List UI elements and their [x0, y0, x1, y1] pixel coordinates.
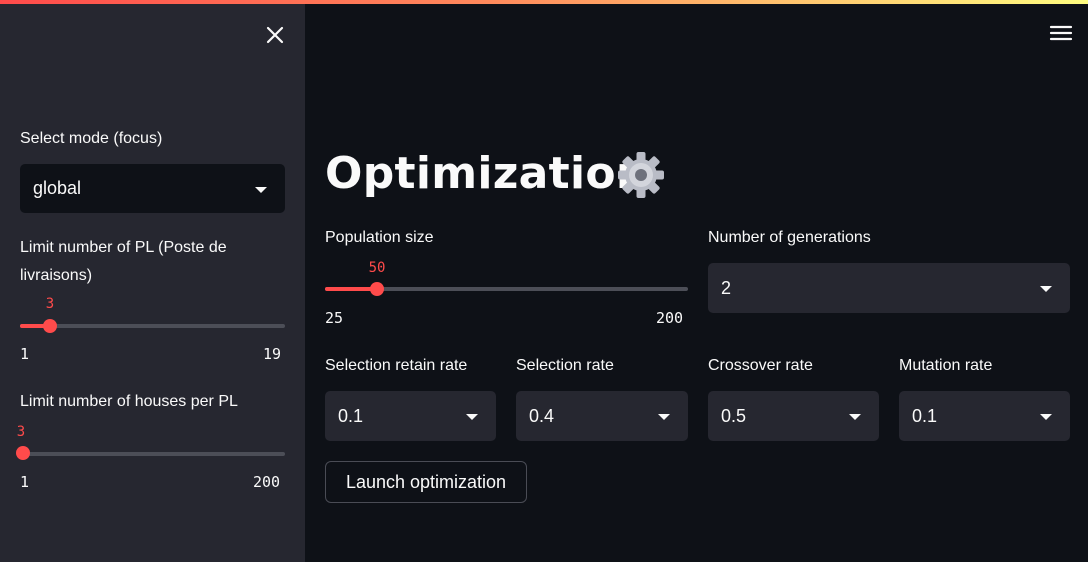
chevron-down-icon	[658, 414, 670, 420]
mode-select-value: global	[33, 178, 82, 198]
launch-optimization-button[interactable]: Launch optimization	[325, 461, 527, 503]
chevron-down-icon	[849, 414, 861, 420]
main-menu-button[interactable]	[1048, 20, 1074, 46]
close-sidebar-button[interactable]	[262, 22, 288, 48]
houses-limit-slider-track[interactable]	[20, 452, 285, 456]
pl-limit-label-cont: livraisons)	[20, 267, 93, 284]
retain-rate-value: 0.1	[338, 406, 364, 426]
pl-limit-slider-thumb[interactable]	[43, 319, 57, 333]
retain-rate-label: Selection retain rate	[325, 357, 468, 374]
houses-limit-value: 3	[16, 424, 26, 440]
population-max: 200	[656, 309, 684, 327]
population-min: 25	[325, 309, 344, 327]
retain-rate-select[interactable]: 0.1	[325, 391, 496, 441]
crossover-rate-label: Crossover rate	[708, 357, 813, 374]
pl-limit-value: 3	[45, 296, 55, 312]
selection-rate-select[interactable]: 0.4	[516, 391, 688, 441]
population-label: Population size	[325, 229, 434, 246]
pl-limit-slider-track[interactable]	[20, 324, 285, 328]
chevron-down-icon	[1040, 286, 1052, 292]
population-slider-thumb[interactable]	[370, 282, 384, 296]
selection-rate-label: Selection rate	[516, 357, 614, 374]
pl-limit-min: 1	[20, 345, 30, 363]
mode-select[interactable]: global	[20, 164, 285, 213]
page-title: Optimization	[325, 148, 648, 199]
selection-rate-value: 0.4	[529, 406, 555, 426]
crossover-rate-select[interactable]: 0.5	[708, 391, 879, 441]
generations-select-value: 2	[721, 278, 732, 298]
houses-limit-max: 200	[253, 473, 281, 491]
generations-select[interactable]: 2	[708, 263, 1070, 313]
chevron-down-icon	[466, 414, 478, 420]
mode-label: Select mode (focus)	[20, 130, 163, 147]
mutation-rate-label: Mutation rate	[899, 357, 993, 374]
chevron-down-icon	[255, 186, 267, 193]
pl-limit-label: Limit number of PL (Poste de	[20, 239, 227, 256]
houses-limit-slider-thumb[interactable]	[16, 446, 30, 460]
close-icon	[266, 26, 284, 44]
mutation-rate-select[interactable]: 0.1	[899, 391, 1070, 441]
houses-limit-min: 1	[20, 473, 30, 491]
pl-limit-max: 19	[263, 345, 282, 363]
mutation-rate-value: 0.1	[912, 406, 938, 426]
houses-limit-label: Limit number of houses per PL	[20, 393, 238, 410]
hamburger-menu-icon	[1049, 25, 1073, 41]
crossover-rate-value: 0.5	[721, 406, 747, 426]
generations-label: Number of generations	[708, 229, 871, 246]
chevron-down-icon	[1040, 414, 1052, 420]
population-value: 50	[368, 260, 386, 276]
gear-icon	[618, 152, 664, 198]
